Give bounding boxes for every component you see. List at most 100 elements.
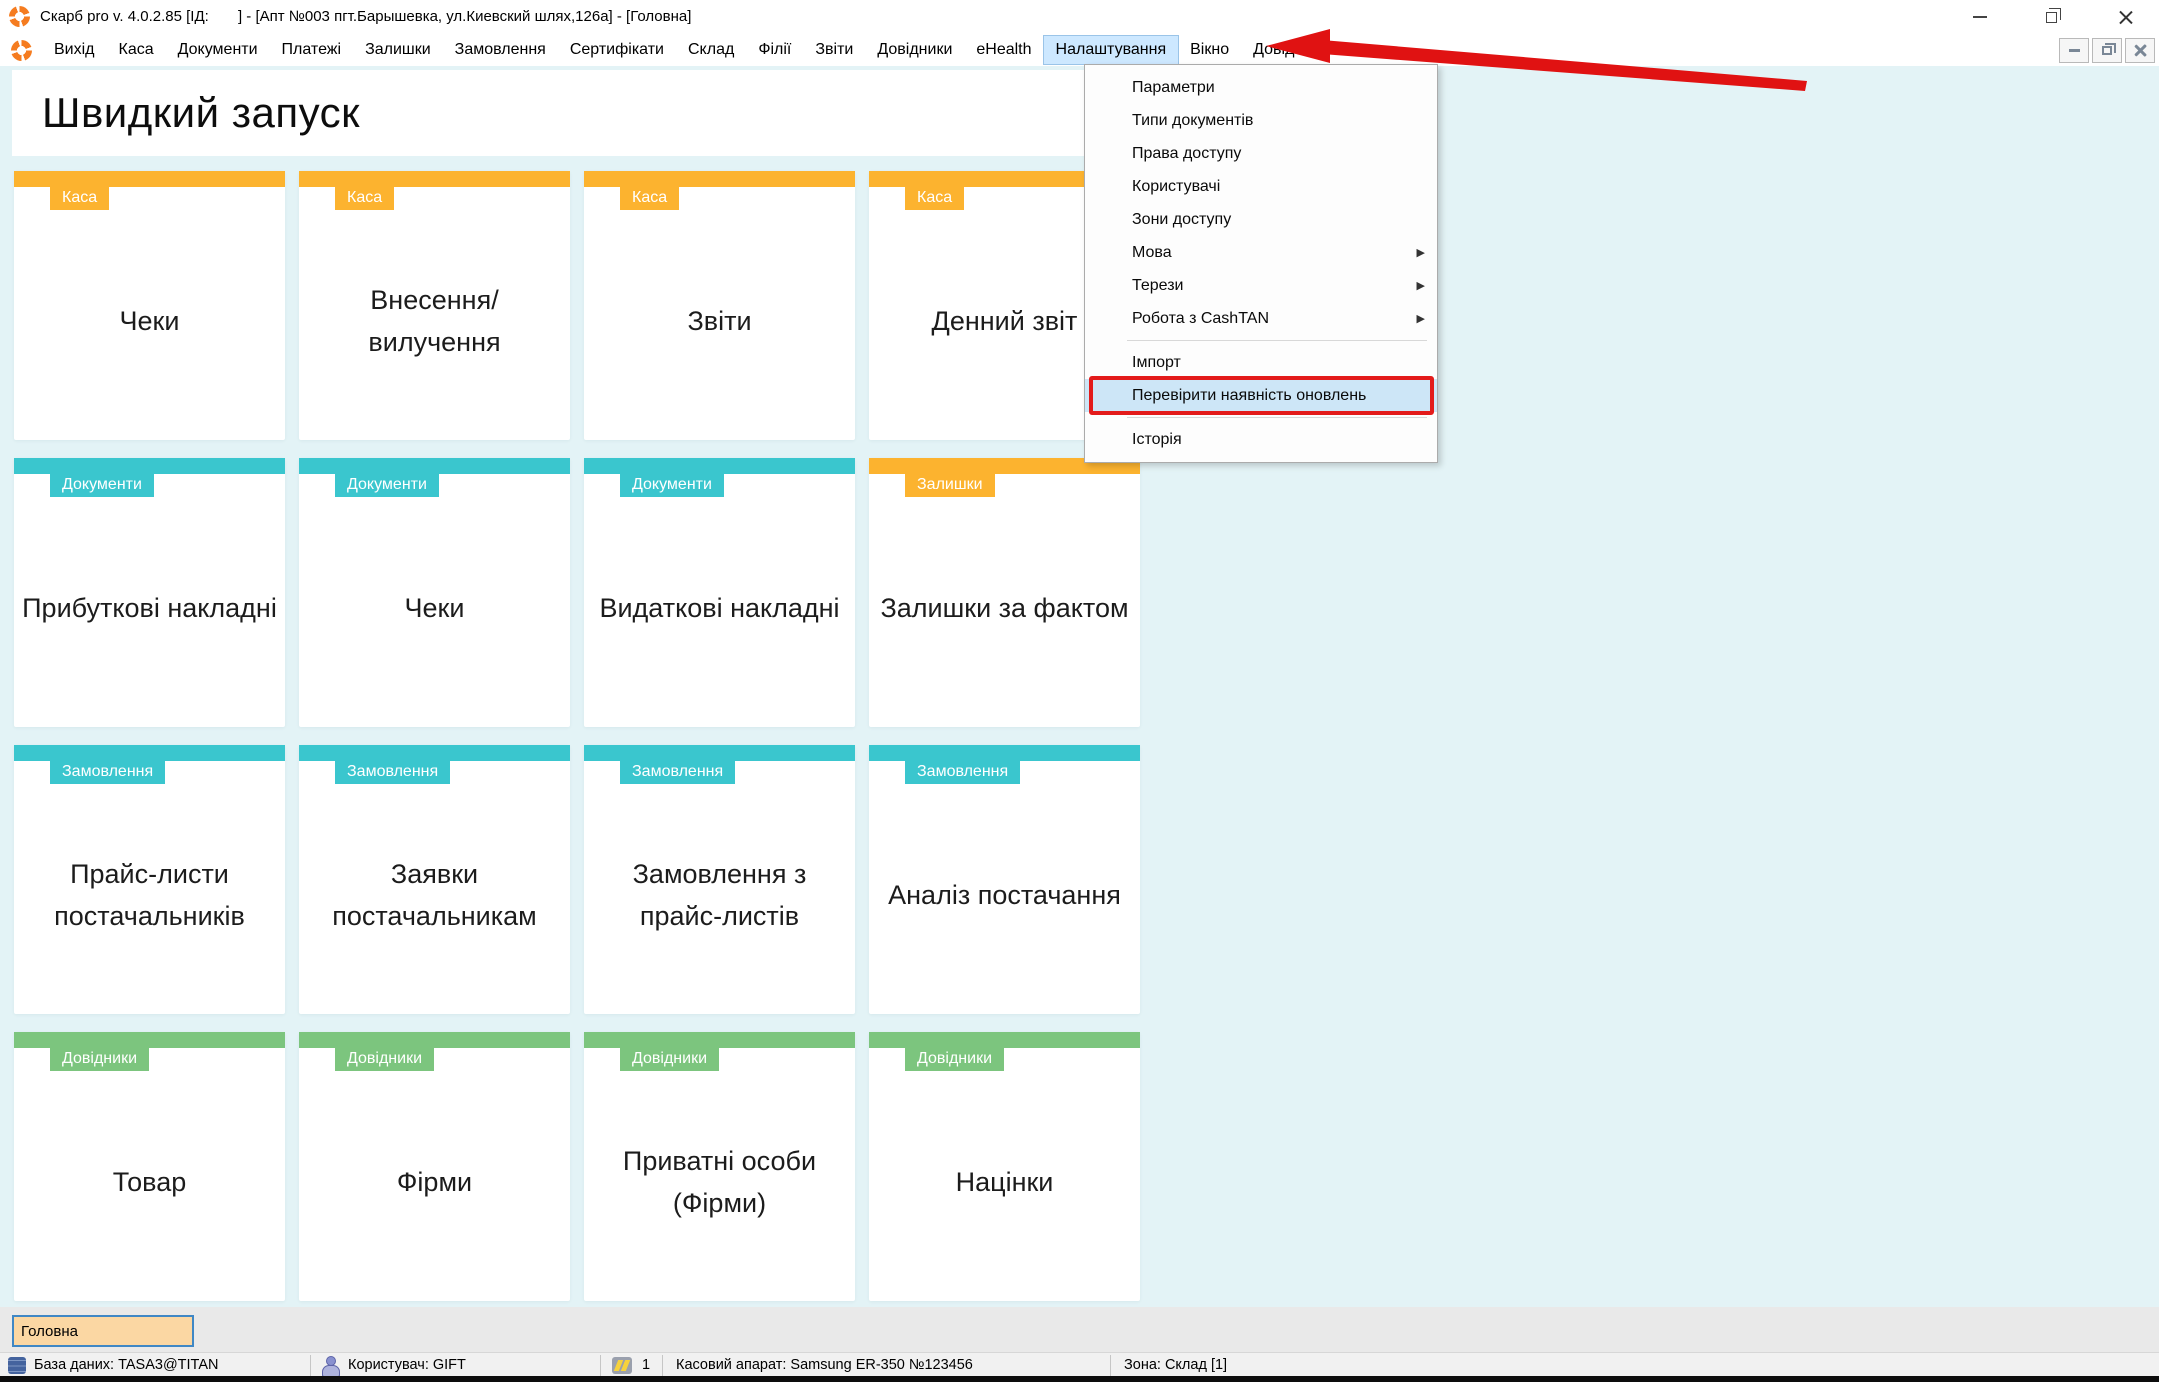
tile-cheky-dokumenty[interactable]: Документи Чеки (299, 458, 570, 727)
settings-dropdown-menu: Параметри Типи документів Права доступу … (1084, 64, 1438, 463)
status-separator (600, 1355, 601, 1376)
tile-prais-lysty-postachalnykiv[interactable]: Замовлення Прайс-листи постачальників (14, 745, 285, 1014)
submenu-arrow-icon: ▶ (1417, 312, 1425, 325)
tile-category-badge: Документи (50, 472, 154, 497)
tile-vnesennya-vyluchennya[interactable]: Каса Внесення/вилучення (299, 171, 570, 440)
tile-label: Чеки (305, 498, 564, 719)
restore-icon (2046, 12, 2057, 23)
dropdown-item-import[interactable]: Імпорт (1085, 346, 1437, 379)
dropdown-item-mova[interactable]: Мова▶ (1085, 236, 1437, 269)
menu-item-nalashtuvannya[interactable]: Налаштування (1044, 36, 1179, 64)
dropdown-item-check-updates[interactable]: Перевірити наявність оновлень (1085, 379, 1437, 412)
submenu-arrow-icon: ▶ (1417, 246, 1425, 259)
tile-label: Чеки (20, 211, 279, 432)
menu-item-ehealth[interactable]: eHealth (964, 36, 1043, 64)
title-bar: Скарб pro v. 4.0.2.85 [ІД: ] - [Апт №003… (0, 0, 2159, 34)
menu-item-zamovlennya[interactable]: Замовлення (443, 36, 558, 64)
dropdown-item-terezy[interactable]: Терези▶ (1085, 269, 1437, 302)
tile-vydatkovi-nakladni[interactable]: Документи Видаткові накладні (584, 458, 855, 727)
status-cash-register: Касовий апарат: Samsung ER-350 №123456 (676, 1357, 973, 1373)
tile-category-badge: Каса (905, 185, 964, 210)
tile-pryvatni-osoby[interactable]: Довідники Приватні особи (Фірми) (584, 1032, 855, 1301)
menu-item-filii[interactable]: Філії (746, 36, 803, 64)
minimize-icon (1973, 16, 1987, 18)
status-separator (662, 1355, 663, 1376)
tile-category-badge: Документи (335, 472, 439, 497)
menu-item-kasa[interactable]: Каса (107, 36, 166, 64)
status-database: База даних: TASA3@TITAN (34, 1357, 219, 1373)
status-zone: Зона: Склад [1] (1124, 1357, 1227, 1373)
mdi-restore-button[interactable] (2092, 38, 2122, 63)
tile-label: Замовлення з прайс-листів (590, 785, 849, 1006)
menu-item-zalyshky[interactable]: Залишки (353, 36, 443, 64)
menu-bar: Вихід Каса Документи Платежі Залишки Зам… (0, 34, 2159, 66)
tile-prybutkovi-nakladni[interactable]: Документи Прибуткові накладні (14, 458, 285, 727)
tile-label: Заявки постачальникам (305, 785, 564, 1006)
dropdown-item-zony-dostupu[interactable]: Зони доступу (1085, 203, 1437, 236)
tile-label: Видаткові накладні (590, 498, 849, 719)
menu-item-sertyfikaty[interactable]: Сертифікати (558, 36, 676, 64)
tile-label: Внесення/вилучення (305, 211, 564, 432)
restore-button[interactable] (2037, 8, 2065, 26)
tab-holovna[interactable]: Головна (12, 1315, 194, 1347)
page-title: Швидкий запуск (12, 89, 360, 137)
mdi-close-button[interactable] (2125, 38, 2155, 63)
bottom-edge (0, 1376, 2159, 1382)
user-icon (322, 1356, 338, 1375)
tile-category-badge: Каса (335, 185, 394, 210)
tile-zalyshky-za-faktom[interactable]: Залишки Залишки за фактом (869, 458, 1140, 727)
tile-cheky-kasa[interactable]: Каса Чеки (14, 171, 285, 440)
tile-zamovlennya-z-prais-lystiv[interactable]: Замовлення Замовлення з прайс-листів (584, 745, 855, 1014)
tile-category-badge: Документи (620, 472, 724, 497)
close-button[interactable] (2112, 8, 2140, 26)
tile-zaiavky-postachalnykam[interactable]: Замовлення Заявки постачальникам (299, 745, 570, 1014)
tile-analiz-postachannya[interactable]: Замовлення Аналіз постачання (869, 745, 1140, 1014)
menu-item-vikno[interactable]: Вікно (1178, 36, 1241, 64)
menu-item-sklad[interactable]: Склад (676, 36, 746, 64)
dropdown-item-prava-dostupu[interactable]: Права доступу (1085, 137, 1437, 170)
status-separator (310, 1355, 311, 1376)
dropdown-item-istoriya[interactable]: Історія (1085, 423, 1437, 456)
tile-category-badge: Довідники (620, 1046, 719, 1071)
mdi-minimize-button[interactable] (2059, 38, 2089, 63)
status-bar: База даних: TASA3@TITAN Користувач: GIFT… (0, 1352, 2159, 1378)
tile-label: Прайс-листи постачальників (20, 785, 279, 1006)
menu-separator (1127, 340, 1427, 341)
tile-label: Аналіз постачання (875, 785, 1134, 1006)
status-user: Користувач: GIFT (348, 1357, 466, 1373)
menu-item-platezhi[interactable]: Платежі (270, 36, 354, 64)
minimize-icon (2069, 49, 2080, 52)
window-title: Скарб pro v. 4.0.2.85 [ІД: ] - [Апт №003… (40, 8, 691, 25)
database-icon (8, 1357, 26, 1374)
tile-tovar[interactable]: Довідники Товар (14, 1032, 285, 1301)
dropdown-item-typy-dokumentiv[interactable]: Типи документів (1085, 104, 1437, 137)
status-separator (1110, 1355, 1111, 1376)
tile-category-badge: Залишки (905, 472, 995, 497)
dropdown-item-robota-z-cashtan[interactable]: Робота з CashTAN▶ (1085, 302, 1437, 335)
tile-category-badge: Замовлення (905, 759, 1020, 784)
tile-category-badge: Замовлення (620, 759, 735, 784)
menu-item-dokumenty[interactable]: Документи (166, 36, 270, 64)
dropdown-item-label: Терези (1132, 277, 1184, 295)
dropdown-item-parametry[interactable]: Параметри (1085, 71, 1437, 104)
tile-label: Товар (20, 1072, 279, 1293)
tile-natsinky[interactable]: Довідники Націнки (869, 1032, 1140, 1301)
tab-strip: Головна (0, 1307, 2159, 1352)
menu-item-dovidnyky[interactable]: Довідники (865, 36, 964, 64)
tile-label: Прибуткові накладні (20, 498, 279, 719)
app-logo-icon (9, 6, 30, 27)
tile-category-badge: Замовлення (50, 759, 165, 784)
dropdown-item-korystuvachi[interactable]: Користувачі (1085, 170, 1437, 203)
tile-category-badge: Довідники (905, 1046, 1004, 1071)
restore-icon (2102, 46, 2112, 55)
tile-category-badge: Довідники (50, 1046, 149, 1071)
menu-item-vyhid[interactable]: Вихід (42, 36, 107, 64)
minimize-button[interactable] (1966, 8, 1994, 26)
tile-category-badge: Замовлення (335, 759, 450, 784)
app-logo-icon-small (11, 40, 32, 61)
close-icon (2134, 44, 2147, 57)
menu-item-zvity[interactable]: Звіти (803, 36, 865, 64)
tile-firmy[interactable]: Довідники Фірми (299, 1032, 570, 1301)
tile-zvity-kasa[interactable]: Каса Звіти (584, 171, 855, 440)
menu-item-dovidka[interactable]: Довідка (1241, 36, 1323, 64)
